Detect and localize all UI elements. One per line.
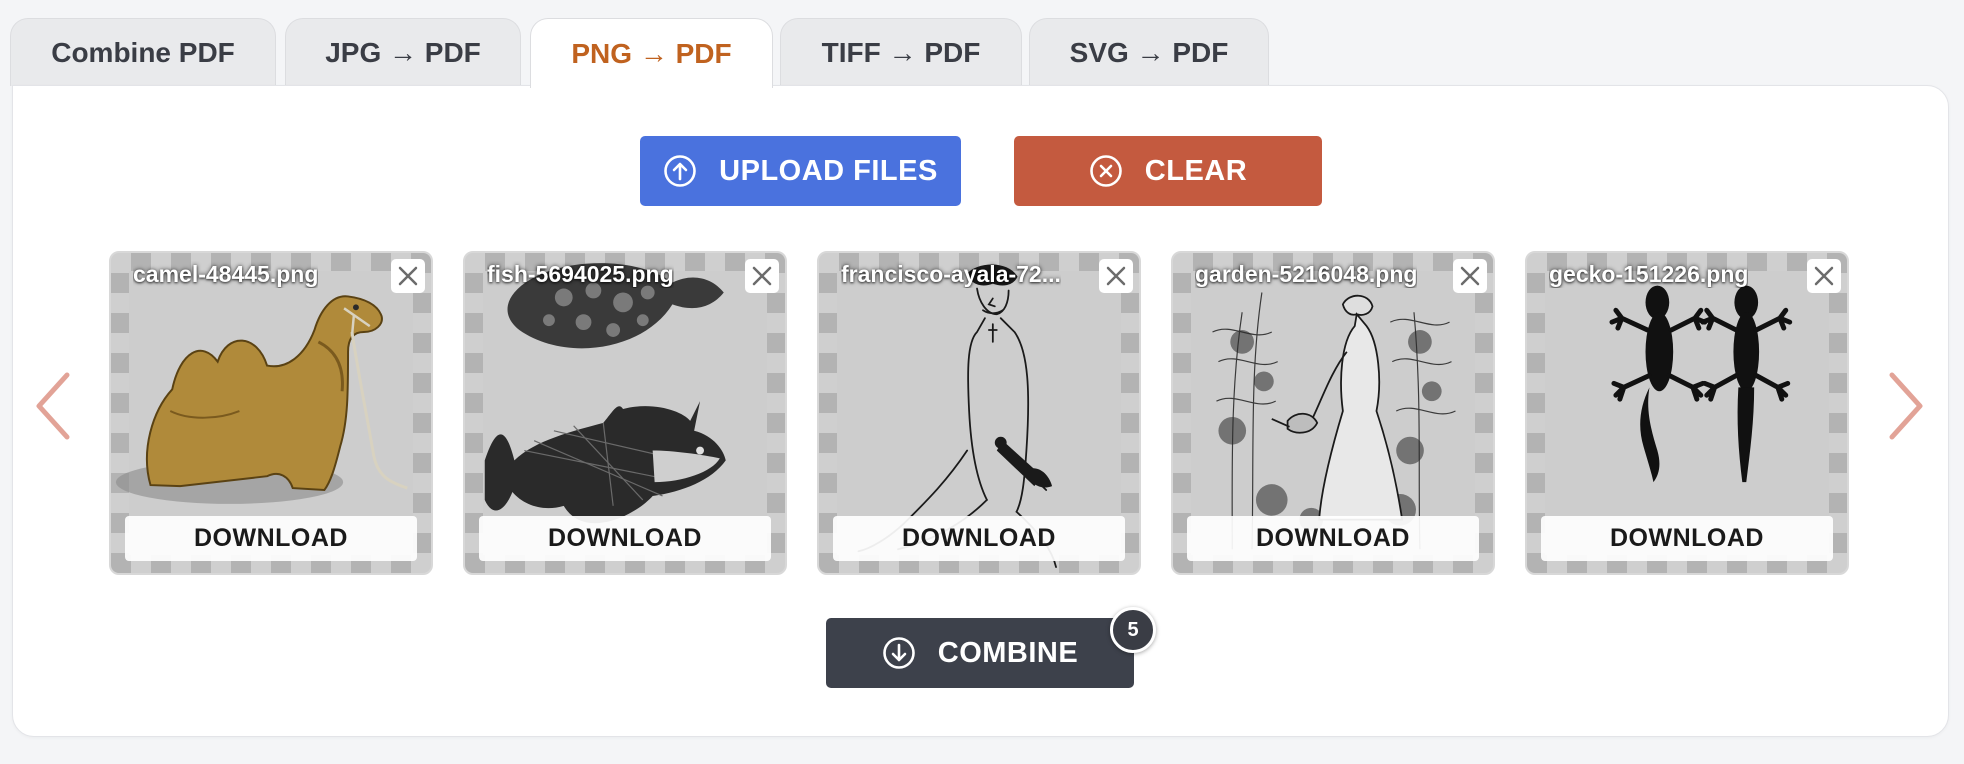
arrow-down-circle-icon [882,636,916,670]
file-name: garden-5216048.png [1195,261,1418,287]
converter-panel: UPLOAD FILES CLEAR camel-48445.png DOWNL… [12,85,1949,737]
file-card: fish-5694025.png DOWNLOAD [463,251,787,575]
remove-file-button[interactable] [1807,259,1841,293]
chevron-left-icon [36,372,70,440]
download-button[interactable]: DOWNLOAD [1541,516,1833,561]
download-button[interactable]: DOWNLOAD [479,516,771,561]
download-button[interactable]: DOWNLOAD [1187,516,1479,561]
tab-jpg-to-pdf[interactable]: JPG → PDF [285,18,521,86]
tab-combine-pdf[interactable]: Combine PDF [10,18,276,86]
download-button[interactable]: DOWNLOAD [833,516,1125,561]
carousel-next-arrow[interactable] [1886,371,1926,446]
remove-file-button[interactable] [1099,259,1133,293]
file-count-badge: 5 [1110,607,1156,653]
clear-label: CLEAR [1144,154,1248,187]
close-icon [752,266,772,286]
clear-button[interactable]: CLEAR [1014,136,1322,206]
file-name: gecko-151226.png [1549,261,1749,287]
tab-tiff-to-pdf[interactable]: TIFF → PDF [780,18,1022,86]
file-card: garden-5216048.png DOWNLOAD [1171,251,1495,575]
file-card: francisco-ayala-72... DOWNLOAD [817,251,1141,575]
file-card: gecko-151226.png DOWNLOAD [1525,251,1849,575]
upload-files-label: UPLOAD FILES [719,154,938,187]
remove-file-button[interactable] [745,259,779,293]
carousel-prev-arrow[interactable] [33,371,73,446]
arrow-up-circle-icon [663,154,697,188]
file-card: camel-48445.png DOWNLOAD [109,251,433,575]
close-icon [1460,266,1480,286]
close-icon [1814,266,1834,286]
chevron-right-icon [1889,372,1923,440]
remove-file-button[interactable] [1453,259,1487,293]
upload-files-button[interactable]: UPLOAD FILES [640,136,961,206]
remove-file-button[interactable] [391,259,425,293]
combine-label: COMBINE [937,636,1079,669]
close-icon [1106,266,1126,286]
x-circle-icon [1089,154,1123,188]
combine-button[interactable]: COMBINE [826,618,1134,688]
download-button[interactable]: DOWNLOAD [125,516,417,561]
close-icon [398,266,418,286]
file-name: fish-5694025.png [487,261,674,287]
file-name: francisco-ayala-72... [841,261,1061,287]
file-name: camel-48445.png [133,261,319,287]
tab-png-to-pdf[interactable]: PNG → PDF [530,18,773,88]
tab-svg-to-pdf[interactable]: SVG → PDF [1029,18,1269,86]
